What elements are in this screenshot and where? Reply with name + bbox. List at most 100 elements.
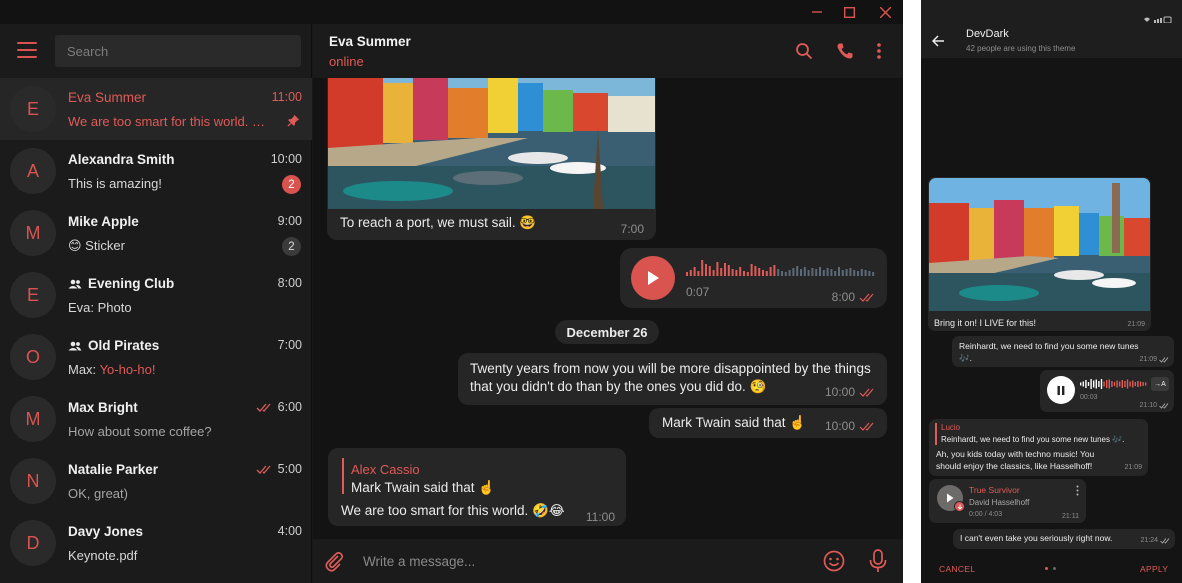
back-arrow-icon[interactable] — [931, 34, 945, 52]
chat-item-davy-jones[interactable]: D Davy Jones 4:00 Keynote.pdf — [0, 512, 312, 574]
phone-reply-quote: Reinhardt, we need to find you some new … — [941, 435, 1125, 444]
chat-title[interactable]: Eva Summer — [329, 34, 411, 49]
voice-duration: 0:07 — [686, 285, 710, 299]
more-options-icon[interactable] — [867, 39, 891, 63]
chat-name: Davy Jones — [68, 524, 144, 539]
phone-photo-message[interactable]: Bring it on! I LIVE for this! 21:09 — [928, 177, 1151, 331]
phone-outgoing-message[interactable]: Reinhardt, we need to find you some new … — [952, 336, 1174, 367]
chat-preview: OK, great) — [68, 486, 128, 501]
chat-list-sidebar: E Eva Summer 11:00 We are too smart for … — [0, 24, 312, 583]
phone-message-line2: 🎶. — [959, 353, 972, 363]
menu-icon[interactable] — [17, 42, 37, 58]
chat-item-natalie-parker[interactable]: N Natalie Parker 5:00 OK, great) — [0, 450, 312, 512]
emoji-icon[interactable] — [823, 550, 845, 577]
chat-item-old-pirates[interactable]: O Old Pirates 7:00 Max: Yo-ho-ho! — [0, 326, 312, 388]
phone-voice-waveform[interactable] — [1080, 378, 1148, 390]
reply-bar — [935, 423, 937, 445]
chat-name-text: Evening Club — [88, 276, 175, 291]
phone-preview: DevDark 42 people are using this theme B… — [921, 0, 1182, 583]
message-time: 8:00 — [832, 290, 876, 304]
phone-call-icon[interactable] — [833, 39, 857, 63]
chat-item-evening-club[interactable]: E Evening Club 8:00 Eva: Photo — [0, 264, 312, 326]
message-time-text: 10:00 — [824, 385, 855, 399]
chat-item-max-bright[interactable]: M Max Bright 6:00 How about some coffee? — [0, 388, 312, 450]
incoming-reply-message[interactable]: Alex Cassio Mark Twain said that ☝️ We a… — [328, 448, 626, 526]
chat-item-mike-apple[interactable]: M Mike Apple 9:00 😊 Sticker 2 — [0, 202, 312, 264]
phone-status-bar — [921, 0, 1182, 26]
reply-bar — [342, 458, 344, 494]
search-icon[interactable] — [792, 39, 816, 63]
phone-message-time-text: 21:10 — [1139, 402, 1157, 409]
phone-message-time-text: 21:09 — [1139, 356, 1157, 363]
phone-message-time-text: 21:24 — [1140, 537, 1158, 544]
close-icon[interactable] — [868, 0, 902, 24]
phone-venice-photo — [929, 178, 1150, 311]
chat-name-text: Old Pirates — [88, 338, 160, 353]
phone-voice-message[interactable]: →A 00:03 21:10 — [1040, 370, 1174, 412]
pause-icon — [1057, 385, 1065, 395]
phone-reply-message[interactable]: Lucio Reinhardt, we need to find you som… — [929, 419, 1148, 476]
double-check-icon — [859, 422, 874, 431]
reply-author[interactable]: Alex Cassio — [351, 462, 420, 477]
minimize-icon[interactable] — [800, 0, 834, 24]
chat-status: online — [329, 54, 364, 69]
download-icon[interactable] — [954, 501, 965, 512]
sidebar-header — [0, 24, 312, 78]
chat-preview: We are too smart for this world. 🤣😂 — [68, 114, 273, 129]
music-duration: 0:00 / 4:03 — [969, 511, 1003, 518]
phone-photo-caption: Bring it on! I LIVE for this! — [934, 318, 1037, 328]
voice-message[interactable]: 0:07 8:00 — [620, 248, 887, 308]
chat-name: Eva Summer — [68, 90, 147, 105]
composer — [313, 539, 903, 583]
message-time: 7:00 — [620, 222, 644, 236]
venice-photo[interactable] — [328, 78, 655, 209]
message-input[interactable] — [363, 549, 783, 573]
phone-outgoing-message[interactable]: I can't even take you seriously right no… — [953, 529, 1175, 549]
microphone-icon[interactable] — [869, 549, 887, 578]
chat-item-alexandra-smith[interactable]: A Alexandra Smith 10:00 This is amazing!… — [0, 140, 312, 202]
message-time: 11:00 — [585, 510, 615, 524]
translate-button[interactable]: →A — [1151, 377, 1169, 391]
phone-footer: CANCEL APPLY — [921, 555, 1182, 583]
cancel-button[interactable]: CANCEL — [939, 564, 975, 574]
message-time: 10:00 — [825, 419, 876, 433]
phone-reply-line1: Ah, you kids today with techno music! Yo… — [936, 449, 1095, 459]
attach-icon[interactable] — [323, 550, 345, 577]
outgoing-message[interactable]: Mark Twain said that ☝️ 10:00 — [649, 408, 887, 438]
phone-message-time: 21:09 — [1127, 321, 1145, 328]
double-check-icon — [256, 465, 271, 474]
message-time-text: 8:00 — [831, 290, 855, 304]
double-check-icon — [256, 403, 271, 412]
chat-name: Mike Apple — [68, 214, 139, 229]
outgoing-message[interactable]: Twenty years from now you will be more d… — [458, 353, 887, 405]
message-text: We are too smart for this world. 🤣😂 — [341, 503, 565, 518]
phone-message-time: 21:11 — [1062, 513, 1079, 520]
chat-preview: Eva: Photo — [68, 300, 132, 315]
chat-preview: 😊 Sticker — [68, 238, 125, 253]
phone-message-time: 21:10 — [1139, 402, 1169, 409]
play-button[interactable] — [631, 256, 675, 300]
photo-message[interactable]: To reach a port, we must sail. 🤓 7:00 — [327, 78, 656, 240]
chat-preview: This is amazing! — [68, 176, 162, 191]
chat-preview: How about some coffee? — [68, 424, 212, 439]
more-options-icon[interactable] — [1076, 485, 1079, 498]
play-icon — [648, 271, 659, 285]
voice-waveform[interactable] — [686, 258, 879, 276]
phone-pause-button[interactable] — [1047, 376, 1075, 404]
avatar: A — [10, 148, 56, 194]
phone-message-time: 21:24 — [1140, 537, 1170, 544]
maximize-icon[interactable] — [832, 0, 866, 24]
apply-button[interactable]: APPLY — [1140, 564, 1168, 574]
unread-badge: 2 — [282, 175, 301, 194]
search-input[interactable] — [55, 35, 301, 67]
theme-subtitle: 42 people are using this theme — [966, 44, 1076, 53]
phone-music-message[interactable]: True Survivor David Hasselhoff 0:00 / 4:… — [929, 479, 1086, 523]
message-text-line2: that you didn't do than by the ones you … — [470, 379, 767, 394]
play-icon — [947, 493, 954, 503]
music-artist: David Hasselhoff — [969, 498, 1030, 507]
chat-name: Old Pirates — [68, 338, 159, 353]
chat-item-eva-summer[interactable]: E Eva Summer 11:00 We are too smart for … — [0, 78, 312, 140]
chat-header: Eva Summer online — [313, 24, 903, 78]
preview-sender: Max: — [68, 362, 97, 377]
double-check-icon — [1160, 537, 1170, 544]
